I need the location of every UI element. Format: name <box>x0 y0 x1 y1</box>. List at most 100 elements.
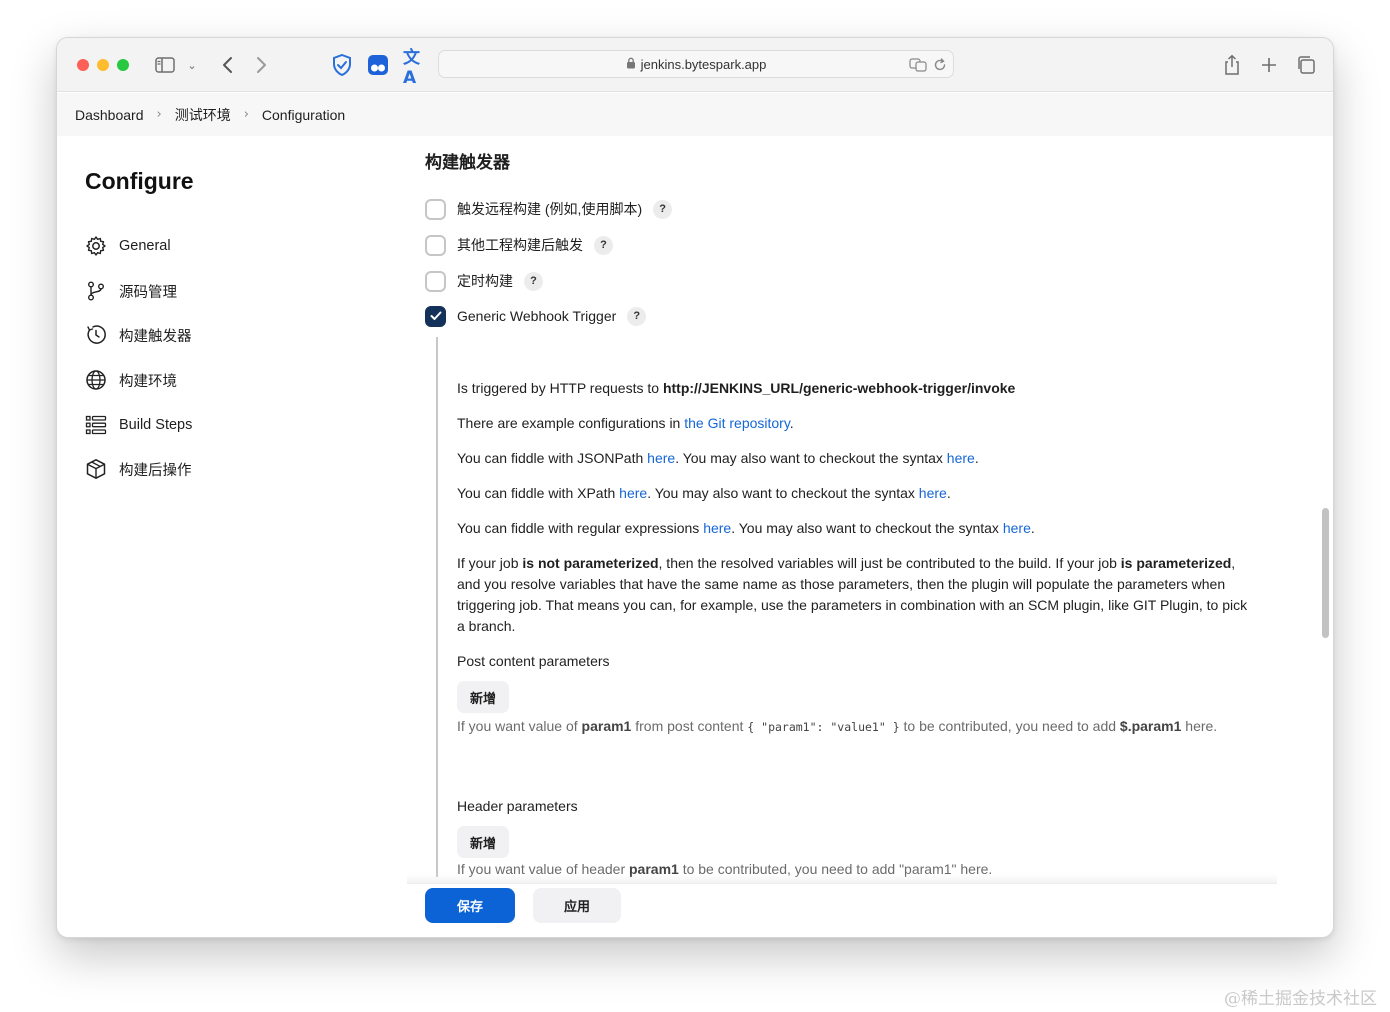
text: You can fiddle with JSONPath <box>457 450 648 466</box>
xpath-syntax-link[interactable]: here <box>919 485 947 501</box>
chevron-right-icon: › <box>243 107 249 122</box>
sidebar-title: Configure <box>85 168 194 194</box>
xpath-text: You can fiddle with XPath here. You may … <box>457 483 1257 504</box>
package-icon <box>86 459 106 479</box>
text: . <box>974 450 979 466</box>
help-icon[interactable]: ? <box>524 271 543 291</box>
text: You can fiddle with XPath <box>457 485 620 501</box>
header-params-title: Header parameters <box>457 798 578 814</box>
checkmark-icon <box>430 311 441 320</box>
add-post-param-button[interactable]: 新增 <box>457 681 510 713</box>
apply-button[interactable]: 应用 <box>533 888 621 923</box>
save-button[interactable]: 保存 <box>425 888 515 923</box>
sidebar-item-build-environment[interactable]: 构建环境 <box>85 367 177 393</box>
text: You can fiddle with regular expressions <box>457 520 704 536</box>
sidebar-item-label: 构建后操作 <box>119 462 192 479</box>
text: $.param1 <box>1119 718 1182 734</box>
trigger-periodic-build-checkbox[interactable] <box>425 270 446 292</box>
chevron-right-icon: › <box>156 107 162 122</box>
sidebar-item-build-steps[interactable]: Build Steps <box>85 412 192 438</box>
breadcrumb-configuration[interactable]: Configuration <box>262 107 345 123</box>
text: . <box>1030 520 1035 536</box>
section-title: 构建触发器 <box>425 153 510 172</box>
sidebar-item-label: General <box>119 238 171 254</box>
trigger-after-other-projects: 其他工程构建后触发 ? <box>425 234 613 256</box>
sidebar-item-source-code[interactable]: 源码管理 <box>85 278 177 304</box>
back-icon[interactable] <box>217 52 237 78</box>
minimize-window-button[interactable] <box>97 59 109 71</box>
jsonpath-text: You can fiddle with JSONPath here. You m… <box>457 448 1257 469</box>
gear-icon <box>86 236 106 256</box>
trigger-label: 触发远程构建 (例如,使用脚本) <box>457 201 643 217</box>
trigger-generic-webhook: Generic Webhook Trigger ? <box>425 305 647 327</box>
text: here. <box>1181 718 1218 734</box>
jsonpath-syntax-link[interactable]: here <box>947 450 975 466</box>
code-snippet: { "param1": "value1" } <box>747 720 900 734</box>
parameterized-text: If your job is not parameterized, then t… <box>457 553 1257 637</box>
page-content: Configure General 源码管理 构建触发器 构建环境 Build … <box>57 136 1333 937</box>
breadcrumb-job[interactable]: 测试环境 <box>175 105 231 125</box>
forward-icon[interactable] <box>252 52 272 78</box>
browser-window: ⌄ 文A jenkins.bytespark.app Dashboard › 测… <box>56 37 1334 938</box>
text: is not parameterized <box>522 555 659 571</box>
trigger-label: Generic Webhook Trigger <box>457 308 617 324</box>
help-icon[interactable]: ? <box>594 235 613 255</box>
regex-fiddle-link[interactable]: here <box>703 520 731 536</box>
post-content-title: Post content parameters <box>457 653 610 669</box>
text: If you want value of <box>457 718 582 734</box>
chevron-down-icon[interactable]: ⌄ <box>185 52 199 78</box>
git-branch-icon <box>88 281 104 301</box>
scrollbar-thumb[interactable] <box>1322 508 1329 638</box>
help-icon[interactable]: ? <box>653 199 673 219</box>
text: . You may also want to checkout the synt… <box>675 450 947 466</box>
sidebar-toggle-icon[interactable] <box>153 52 177 78</box>
tab-overview-icon[interactable] <box>1294 52 1318 78</box>
trigger-remote-build-checkbox[interactable] <box>425 198 446 220</box>
sidebar-item-build-triggers[interactable]: 构建触发器 <box>85 322 192 348</box>
close-window-button[interactable] <box>77 59 89 71</box>
help-icon[interactable]: ? <box>627 306 647 326</box>
text: . You may also want to checkout the synt… <box>647 485 919 501</box>
text: is parameterized <box>1120 555 1232 571</box>
trigger-remote-build: 触发远程构建 (例如,使用脚本) ? <box>425 198 673 220</box>
share-icon[interactable] <box>1220 52 1244 78</box>
sidebar-item-post-build[interactable]: 构建后操作 <box>85 456 192 482</box>
xpath-fiddle-link[interactable]: here <box>619 485 647 501</box>
lock-icon <box>626 57 636 72</box>
examples-text: There are example configurations in the … <box>457 413 1257 434</box>
text: . You may also want to checkout the synt… <box>731 520 1003 536</box>
webhook-url: http://JENKINS_URL/generic-webhook-trigg… <box>662 380 1016 396</box>
sidebar-item-label: Build Steps <box>119 417 193 433</box>
footer-divider <box>407 874 1277 884</box>
trigger-generic-webhook-checkbox[interactable] <box>425 305 446 327</box>
text: If your job <box>457 555 523 571</box>
text: Is triggered by HTTP requests to <box>457 380 663 396</box>
clock-icon <box>87 325 106 344</box>
url-text: jenkins.bytespark.app <box>640 56 767 72</box>
shield-icon[interactable] <box>330 52 354 78</box>
translate-icon[interactable]: 文A <box>403 48 427 88</box>
sidebar-item-label: 源码管理 <box>119 284 177 301</box>
breadcrumb-dashboard[interactable]: Dashboard <box>75 107 144 123</box>
reload-icon[interactable] <box>933 51 947 79</box>
trigger-after-other-projects-checkbox[interactable] <box>425 234 446 256</box>
jsonpath-fiddle-link[interactable]: here <box>647 450 675 466</box>
add-header-param-button[interactable]: 新增 <box>457 826 510 858</box>
trigger-label: 其他工程构建后触发 <box>457 237 583 253</box>
text: . <box>946 485 951 501</box>
breadcrumb: Dashboard › 测试环境 › Configuration <box>57 93 1333 136</box>
new-tab-icon[interactable] <box>1257 52 1281 78</box>
post-content-help: If you want value of param1 from post co… <box>457 714 1247 739</box>
text: . <box>789 415 794 431</box>
extension-icon[interactable] <box>366 52 390 78</box>
address-bar[interactable]: jenkins.bytespark.app <box>438 50 954 78</box>
webhook-url-text: Is triggered by HTTP requests to http://… <box>457 378 1257 399</box>
sidebar-item-general[interactable]: General <box>85 233 171 259</box>
zoom-window-button[interactable] <box>117 59 129 71</box>
regex-syntax-link[interactable]: here <box>1003 520 1031 536</box>
text: There are example configurations in <box>457 415 685 431</box>
page-translate-icon[interactable] <box>909 51 927 79</box>
watermark: @稀土掘金技术社区 <box>1224 989 1377 1009</box>
git-repository-link[interactable]: the Git repository <box>684 415 790 431</box>
sidebar-item-label: 构建环境 <box>119 373 177 390</box>
